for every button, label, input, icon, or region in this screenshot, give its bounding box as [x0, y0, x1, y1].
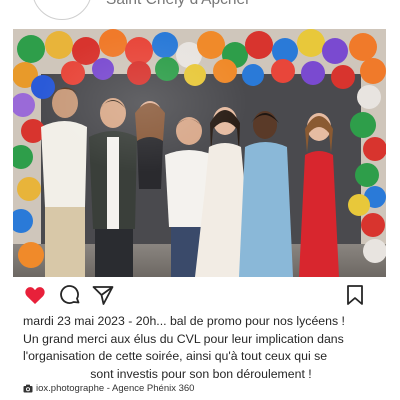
comment-icon[interactable]: [58, 283, 84, 309]
post-actions: [0, 283, 400, 309]
prom-photo-illustration: [13, 29, 386, 277]
credit-text[interactable]: iox.photographe - Agence Phénix 360: [36, 383, 194, 394]
caption-line: l'organisation de cette soirée, ainsi qu…: [23, 349, 328, 363]
post-header: Saint Chély d'Apcher: [0, 0, 400, 24]
avatar[interactable]: [32, 0, 92, 20]
caption-line: Un grand merci aux élus du CVL pour leur…: [23, 331, 344, 346]
post-location[interactable]: Saint Chély d'Apcher: [106, 0, 250, 9]
caption-line: mardi 23 mai 2023 - 20h... bal de promo …: [23, 314, 345, 328]
photo-credit: iox.photographe - Agence Phénix 360: [23, 383, 194, 394]
post-photo[interactable]: [13, 29, 386, 277]
heart-icon[interactable]: [23, 283, 49, 309]
share-icon[interactable]: [91, 283, 117, 309]
camera-icon: [23, 384, 33, 393]
caption-line: sont investis pour son bon déroulement !: [90, 366, 312, 381]
post-caption: mardi 23 mai 2023 - 20h... bal de promo …: [23, 313, 379, 383]
bookmark-icon[interactable]: [343, 283, 369, 309]
